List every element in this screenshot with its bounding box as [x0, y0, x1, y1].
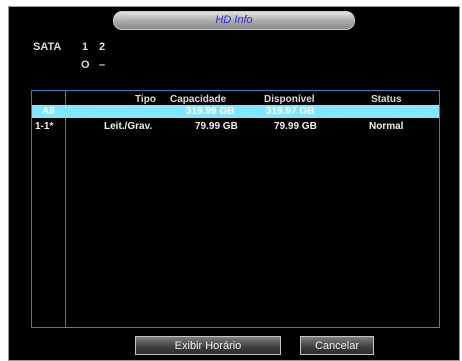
sata-port-1-state: O	[81, 59, 90, 71]
col-status: Status	[371, 94, 402, 105]
row-tipo: Leit./Grav.	[104, 121, 153, 132]
hd-info-dialog: HD Info SATA 1 2 O – Tipo Capacidade Dis…	[8, 6, 460, 361]
row-id: 1-1*	[35, 121, 54, 132]
cancel-button[interactable]: Cancelar	[300, 336, 374, 355]
row-id: All	[42, 106, 55, 117]
col-capacidade: Capacidade	[170, 94, 227, 105]
table-row-all[interactable]: All 319.99 GB 319.97 GB	[32, 105, 439, 118]
col-tipo: Tipo	[135, 94, 156, 105]
hd-table: Tipo Capacidade Disponível Status All 31…	[31, 90, 440, 328]
row-disponivel: 79.99 GB	[274, 121, 317, 132]
sata-label: SATA	[33, 41, 62, 53]
row-disponivel: 319.97 GB	[266, 106, 315, 117]
table-row-disk-1[interactable]: 1-1* Leit./Grav. 79.99 GB 79.99 GB Norma…	[32, 120, 439, 133]
sata-port-2-state: –	[99, 59, 106, 71]
dialog-title: HD Info	[113, 11, 355, 30]
row-capacidade: 79.99 GB	[195, 121, 238, 132]
show-time-button[interactable]: Exibir Horário	[135, 336, 281, 355]
row-capacidade: 319.99 GB	[186, 106, 235, 117]
sata-port-2: 2	[99, 41, 106, 53]
sata-port-1: 1	[82, 41, 89, 53]
col-disponivel: Disponível	[264, 94, 315, 105]
row-status: Normal	[369, 121, 404, 132]
